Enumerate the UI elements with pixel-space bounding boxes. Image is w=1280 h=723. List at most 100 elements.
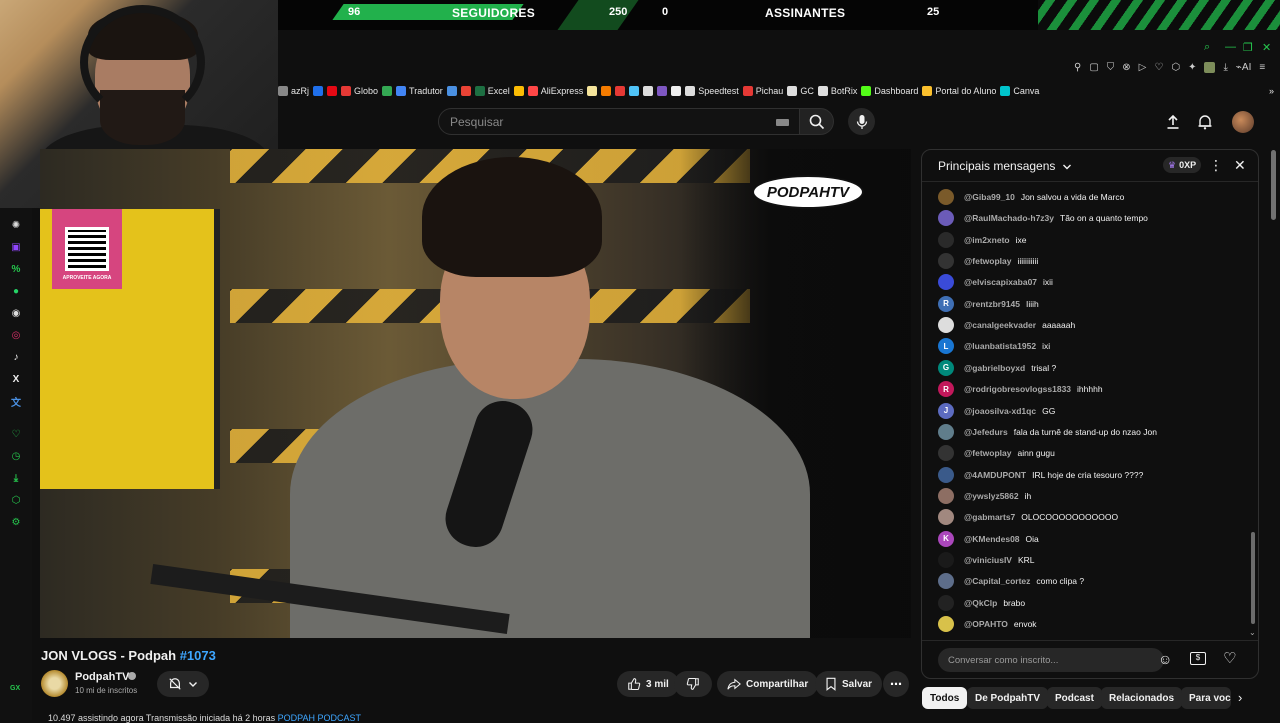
chat-options-icon[interactable]: ⋮: [1209, 157, 1223, 174]
share-button[interactable]: Compartilhar: [717, 671, 819, 697]
chat-message[interactable]: @QkClp brabo: [938, 594, 1025, 612]
chat-message[interactable]: @Giba99_10 Jon salvou a vida de Marco: [938, 188, 1124, 206]
video-hashtag[interactable]: #1073: [180, 648, 216, 663]
bookmark-item[interactable]: [657, 86, 668, 96]
heart-icon[interactable]: ♡: [9, 427, 23, 441]
chat-avatar[interactable]: [938, 594, 954, 611]
settings-icon[interactable]: ⚙: [9, 515, 23, 529]
chat-avatar[interactable]: [938, 445, 954, 462]
bookmark-item[interactable]: Portal do Aluno: [922, 86, 996, 96]
chat-author[interactable]: @im2xneto: [964, 235, 1010, 245]
extension-icon[interactable]: ✦: [1188, 62, 1196, 73]
chat-message[interactable]: G @gabrielboyxd trisal ?: [938, 359, 1056, 377]
bookmark-item[interactable]: [513, 86, 524, 96]
chat-message[interactable]: @OPAHTO envok: [938, 615, 1037, 633]
bookmark-item[interactable]: [671, 86, 682, 96]
chat-author[interactable]: @OPAHTO: [964, 619, 1008, 629]
bookmark-item[interactable]: [313, 86, 324, 96]
download-icon[interactable]: ⤓: [9, 471, 23, 485]
chatgpt-icon[interactable]: ✺: [9, 218, 23, 232]
chat-author[interactable]: @elviscapixaba07: [964, 277, 1037, 287]
chat-message[interactable]: @canalgeekvader aaaaaah: [938, 316, 1075, 334]
search-window-icon[interactable]: ⌕: [1204, 41, 1210, 54]
percent-icon[interactable]: %: [9, 262, 23, 276]
chat-message[interactable]: @im2xneto ixe: [938, 231, 1026, 249]
menu-icon[interactable]: ≡: [1259, 62, 1265, 73]
chat-avatar[interactable]: [938, 466, 954, 483]
chat-avatar[interactable]: [938, 616, 954, 632]
chat-message[interactable]: @elviscapixaba07 ixii: [938, 273, 1053, 291]
chat-avatar[interactable]: [938, 509, 954, 526]
keyboard-icon[interactable]: [776, 119, 789, 126]
clock-icon[interactable]: ◷: [9, 449, 23, 463]
chat-avatar[interactable]: [938, 487, 954, 504]
bookmark-item[interactable]: [629, 86, 640, 96]
chat-avatar[interactable]: R: [938, 381, 954, 398]
chat-scrollbar[interactable]: [1251, 532, 1255, 624]
close-chat-icon[interactable]: ✕: [1234, 157, 1246, 174]
chat-message[interactable]: @Capital_cortez como clipa ?: [938, 572, 1084, 590]
chat-author[interactable]: @ywslyz5862: [964, 491, 1019, 501]
chat-author[interactable]: @luanbatista1952: [964, 341, 1036, 351]
chat-author[interactable]: @KMendes08: [964, 534, 1020, 544]
chat-avatar[interactable]: [938, 189, 954, 205]
heart-icon[interactable]: ♡: [1154, 62, 1163, 73]
bookmark-item[interactable]: Dashboard: [861, 86, 918, 96]
chat-author[interactable]: @RaulMachado-h7z3y: [964, 213, 1054, 223]
chat-message[interactable]: @viniciusIV KRL: [938, 551, 1035, 569]
chat-author[interactable]: @fetwoplay: [964, 448, 1012, 458]
bookmark-item[interactable]: [446, 86, 457, 96]
chat-avatar[interactable]: J: [938, 402, 954, 419]
cube-icon[interactable]: ⬡: [1171, 62, 1180, 73]
screenshot-icon[interactable]: ▢: [1089, 62, 1098, 73]
chat-author[interactable]: @Giba99_10: [964, 192, 1015, 202]
filter-chip[interactable]: De PodpahTV: [967, 687, 1049, 709]
bookmark-item[interactable]: Tradutor: [396, 86, 443, 96]
download-icon[interactable]: ⤓: [1223, 62, 1227, 73]
chat-input[interactable]: [938, 648, 1164, 672]
channel-avatar[interactable]: [41, 670, 68, 697]
heart-reaction-icon[interactable]: ♡: [1223, 649, 1236, 667]
chat-author[interactable]: @Jefedurs: [964, 427, 1008, 437]
create-button[interactable]: [1163, 112, 1183, 132]
close-tab-icon[interactable]: ⊗: [1122, 62, 1130, 73]
more-bookmarks-icon[interactable]: »: [1269, 86, 1274, 96]
chat-avatar[interactable]: [938, 551, 954, 568]
more-actions-button[interactable]: ⋯: [883, 671, 909, 697]
filter-chip[interactable]: Relacionados: [1101, 687, 1183, 709]
description-link[interactable]: PODPAH PODCAST: [278, 713, 361, 723]
chat-author[interactable]: @gabrielboyxd: [964, 363, 1025, 373]
filter-chip[interactable]: Todos: [922, 687, 968, 709]
profile-icon[interactable]: [1204, 62, 1216, 73]
scroll-down-icon[interactable]: ⌄: [1249, 628, 1256, 637]
tiktok-icon[interactable]: ♪: [9, 350, 23, 364]
chat-message[interactable]: @ywslyz5862 ih: [938, 487, 1031, 505]
chat-mode-dropdown[interactable]: Principais mensagens: [938, 159, 1072, 173]
search-box[interactable]: [438, 108, 800, 135]
notifications-button[interactable]: [1195, 112, 1215, 132]
chat-message[interactable]: R @rodrigobresovlogss1833 ihhhhh: [938, 380, 1103, 398]
chat-message[interactable]: J @joaosilva-xd1qc GG: [938, 402, 1055, 420]
cube-icon[interactable]: ⬡: [9, 493, 23, 507]
search-input[interactable]: [450, 115, 750, 129]
pin-icon[interactable]: ⚲: [1074, 62, 1081, 73]
chat-author[interactable]: @fetwoplay: [964, 256, 1012, 266]
discord-icon[interactable]: ◉: [9, 306, 23, 320]
channel-name[interactable]: PodpahTV: [75, 671, 129, 683]
play-icon[interactable]: ▷: [1139, 62, 1147, 73]
chat-avatar[interactable]: R: [938, 295, 954, 312]
bookmark-item[interactable]: Globo: [341, 86, 378, 96]
filter-chip[interactable]: Para você: [1181, 687, 1231, 709]
whatsapp-icon[interactable]: ●: [9, 284, 23, 298]
bookmark-item[interactable]: BotRix: [817, 86, 857, 96]
chips-next-icon[interactable]: ›: [1238, 690, 1242, 705]
chat-avatar[interactable]: K: [938, 530, 954, 547]
bookmark-item[interactable]: [643, 86, 654, 96]
bookmark-item[interactable]: [587, 86, 598, 96]
chat-author[interactable]: @QkClp: [964, 598, 997, 608]
translate-icon[interactable]: 文: [9, 394, 23, 409]
close-window-icon[interactable]: ✕: [1262, 41, 1271, 54]
chat-message[interactable]: L @luanbatista1952 ixi: [938, 337, 1050, 355]
chat-author[interactable]: @gabmarts7: [964, 512, 1015, 522]
instagram-icon[interactable]: ◎: [9, 328, 23, 342]
